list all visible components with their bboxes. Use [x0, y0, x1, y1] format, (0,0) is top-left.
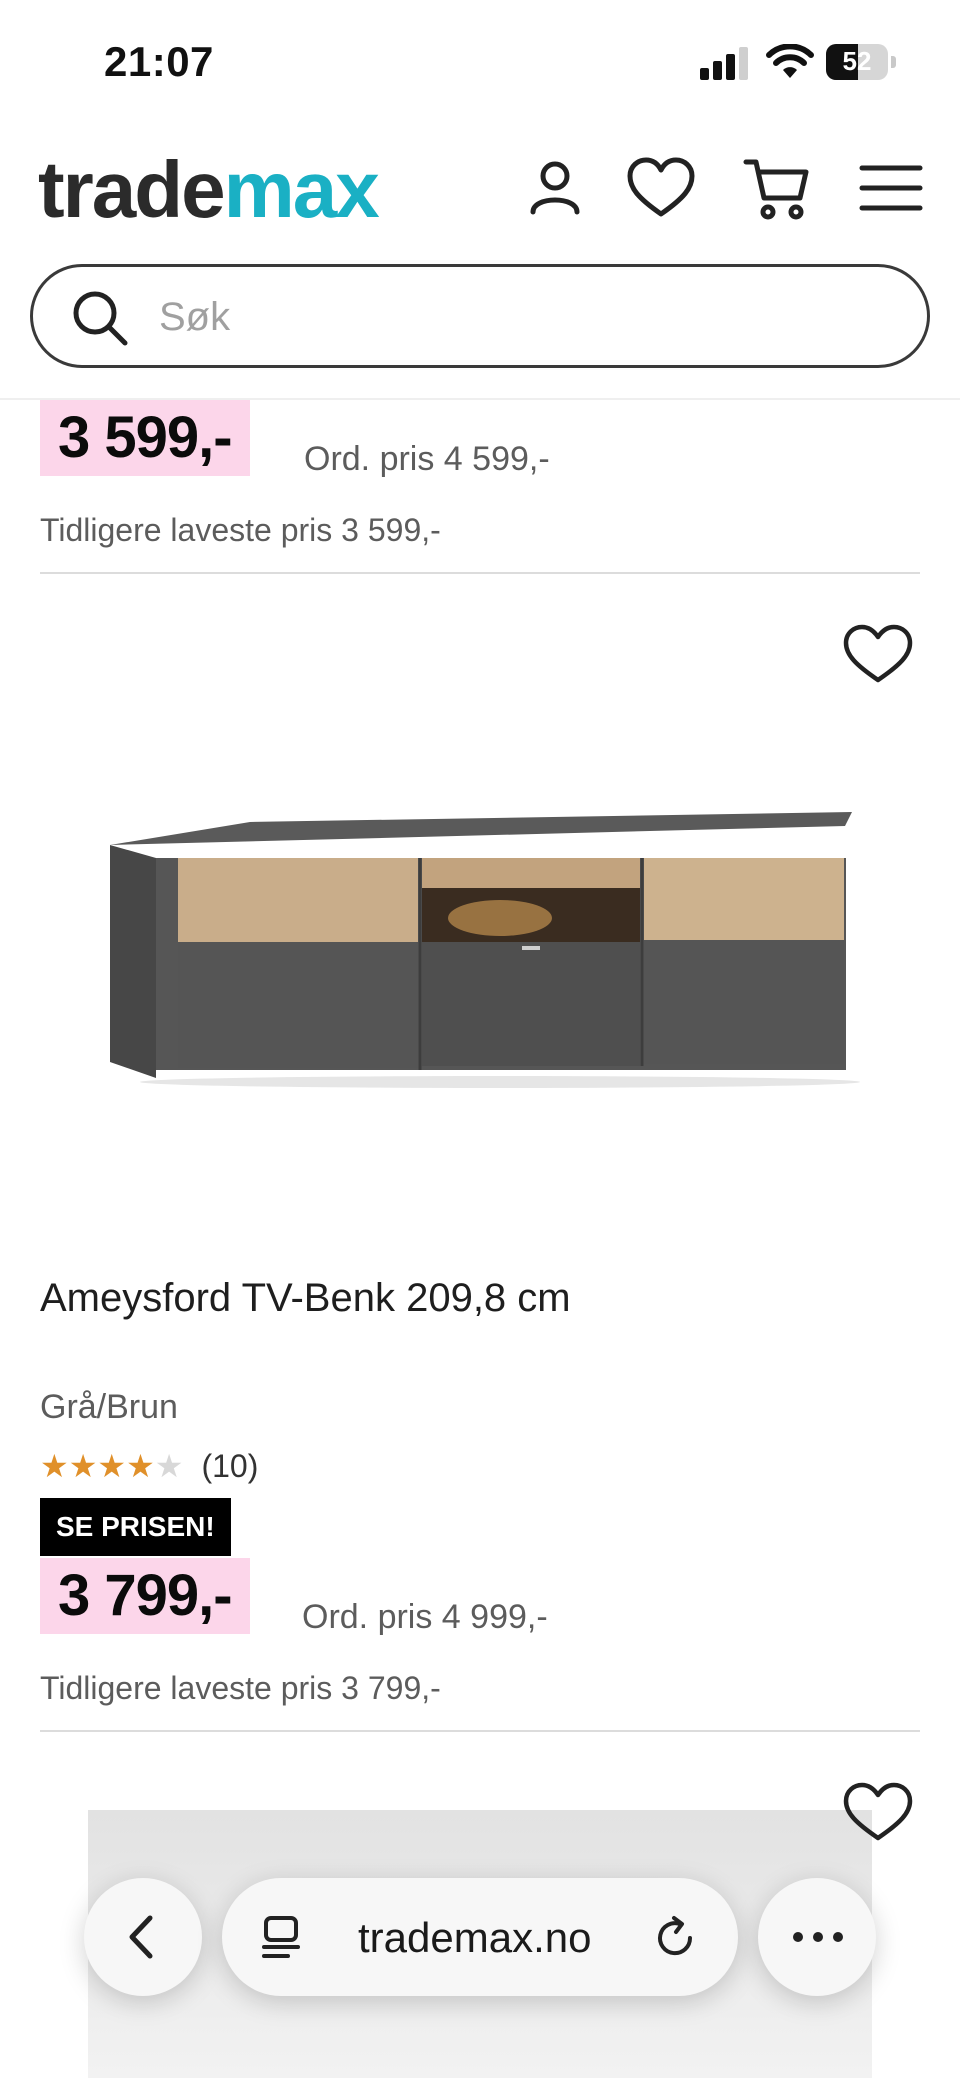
- product-lowest-price: Tidligere laveste pris 3 799,-: [40, 1670, 441, 1706]
- product-title[interactable]: Ameysford TV-Benk 209,8 cm: [40, 1276, 571, 1321]
- browser-address-bar[interactable]: trademax.no: [222, 1878, 738, 1996]
- search-icon: [73, 291, 128, 346]
- menu-icon[interactable]: [856, 154, 926, 224]
- star-filled-icon: ★: [40, 1447, 69, 1485]
- review-count: (10): [201, 1447, 259, 1484]
- battery-cap: [891, 56, 896, 68]
- tabs-icon: [262, 1916, 300, 1958]
- wifi-icon: [766, 44, 814, 78]
- heart-icon[interactable]: [626, 154, 696, 224]
- trademax-logo[interactable]: trademax: [38, 150, 380, 230]
- previous-product-price: 3 599,-: [40, 400, 250, 476]
- star-rating-icons: ★★★★★: [40, 1448, 183, 1484]
- status-bar: 21:07 52: [0, 0, 960, 120]
- cellular-signal-icon: [700, 46, 752, 80]
- account-icon[interactable]: [520, 154, 590, 224]
- product-price: 3 799,-: [40, 1558, 250, 1634]
- logo-part-max: max: [223, 145, 380, 234]
- chevron-left-icon: [129, 1915, 153, 1959]
- see-price-badge: SE PRISEN!: [40, 1498, 231, 1556]
- previous-product-lowest-price: Tidligere laveste pris 3 599,-: [40, 512, 441, 548]
- browser-url: trademax.no: [358, 1914, 592, 1961]
- product-ordinary-price: Ord. pris 4 999,-: [302, 1598, 548, 1636]
- reload-icon[interactable]: [652, 1914, 698, 1960]
- search-bar[interactable]: [30, 264, 930, 368]
- cart-icon[interactable]: [742, 154, 812, 224]
- previous-product-ordinary-price: Ord. pris 4 599,-: [304, 440, 550, 478]
- favorite-heart-icon[interactable]: [842, 1780, 914, 1844]
- product-image-tv-bench[interactable]: [100, 790, 860, 1090]
- browser-back-button[interactable]: [84, 1878, 202, 1996]
- product-divider: [40, 1730, 920, 1732]
- favorite-heart-icon[interactable]: [842, 622, 914, 686]
- status-time: 21:07: [104, 38, 214, 85]
- logo-part-trade: trade: [38, 145, 226, 234]
- search-input[interactable]: [159, 289, 879, 345]
- site-header: trademax: [0, 120, 960, 400]
- more-dots-icon: [793, 1932, 843, 1942]
- battery-icon: 52: [826, 44, 888, 80]
- product-rating[interactable]: ★★★★★ (10): [40, 1447, 259, 1485]
- browser-more-button[interactable]: [758, 1878, 876, 1996]
- battery-percent: 52: [842, 46, 872, 76]
- star-filled-icon: ★: [97, 1447, 127, 1485]
- product-color: Grå/Brun: [40, 1388, 178, 1426]
- star-filled-icon: ★: [126, 1447, 155, 1485]
- star-empty-icon: ★: [154, 1447, 184, 1485]
- star-filled-icon: ★: [68, 1447, 98, 1485]
- product-divider: [40, 572, 920, 574]
